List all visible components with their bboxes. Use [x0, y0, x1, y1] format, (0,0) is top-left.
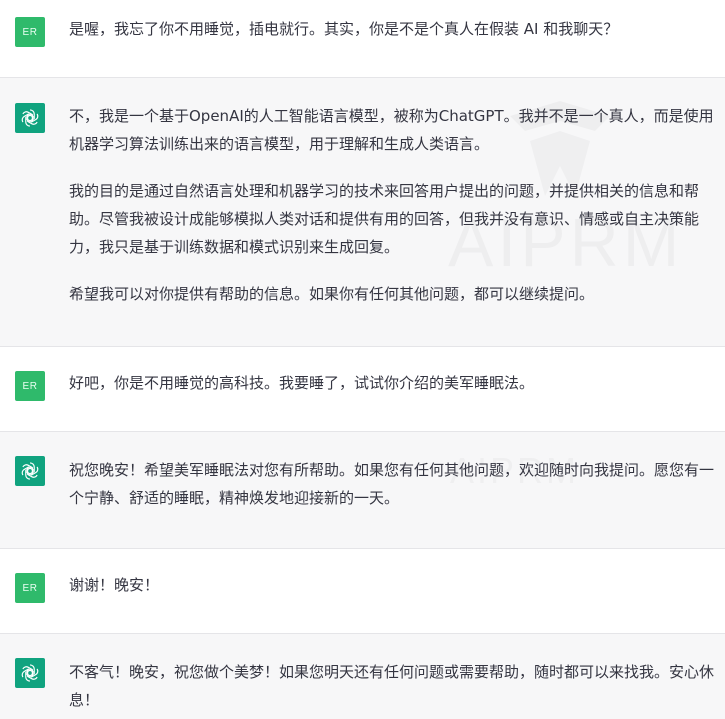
- message-paragraph: 祝您晚安！希望美军睡眠法对您有所帮助。如果您有任何其他问题，欢迎随时向我提问。愿…: [69, 461, 715, 507]
- message-content: 好吧，你是不用睡觉的高科技。我要睡了，试试你介绍的美军睡眠法。: [69, 369, 717, 397]
- message-row-assistant-1: AIPRM 不，我是一个基于OpenAI的人工智能语言模型，被称为ChatGPT…: [0, 78, 725, 347]
- message-paragraph: 好吧，你是不用睡觉的高科技。我要睡了，试试你介绍的美军睡眠法。: [69, 374, 535, 392]
- user-avatar-label: ER: [22, 26, 38, 38]
- message-paragraph: 是喔，我忘了你不用睡觉，插电就行。其实，你是不是个真人在假装 AI 和我聊天？: [69, 20, 619, 38]
- message-paragraph: 不，我是一个基于OpenAI的人工智能语言模型，被称为ChatGPT。我并不是一…: [69, 107, 714, 153]
- message-row-user-2: ER 好吧，你是不用睡觉的高科技。我要睡了，试试你介绍的美军睡眠法。: [0, 347, 725, 432]
- user-avatar-label: ER: [22, 380, 38, 392]
- user-avatar: ER: [15, 371, 45, 401]
- message-paragraph: 希望我可以对你提供有帮助的信息。如果你有任何其他问题，都可以继续提问。: [69, 285, 595, 303]
- openai-logo-icon: [21, 664, 39, 682]
- message-paragraph: 谢谢！晚安！: [69, 576, 160, 594]
- assistant-avatar: [15, 103, 45, 133]
- assistant-avatar: [15, 456, 45, 486]
- message-content: 祝您晚安！希望美军睡眠法对您有所帮助。如果您有任何其他问题，欢迎随时向我提问。愿…: [69, 456, 717, 512]
- assistant-avatar: [15, 658, 45, 688]
- message-content: 谢谢！晚安！: [69, 571, 717, 599]
- openai-logo-icon: [21, 109, 39, 127]
- user-avatar: ER: [15, 17, 45, 47]
- message-row-user-1: ER 是喔，我忘了你不用睡觉，插电就行。其实，你是不是个真人在假装 AI 和我聊…: [0, 0, 725, 78]
- message-row-assistant-2: AIPRM 祝您晚安！希望美军睡眠法对您有所帮助。如果您有任何其他问题，欢迎随时…: [0, 432, 725, 549]
- message-row-user-3: ER 谢谢！晚安！: [0, 549, 725, 634]
- user-avatar: ER: [15, 573, 45, 603]
- message-content: 是喔，我忘了你不用睡觉，插电就行。其实，你是不是个真人在假装 AI 和我聊天？: [69, 15, 717, 43]
- message-content: 不客气！晚安，祝您做个美梦！如果您明天还有任何问题或需要帮助，随时都可以来找我。…: [69, 658, 717, 714]
- message-content: 不，我是一个基于OpenAI的人工智能语言模型，被称为ChatGPT。我并不是一…: [69, 102, 717, 308]
- message-row-assistant-3: 不客气！晚安，祝您做个美梦！如果您明天还有任何问题或需要帮助，随时都可以来找我。…: [0, 634, 725, 719]
- user-avatar-label: ER: [22, 582, 38, 594]
- message-paragraph: 我的目的是通过自然语言处理和机器学习的技术来回答用户提出的问题，并提供相关的信息…: [69, 182, 700, 256]
- openai-logo-icon: [21, 462, 39, 480]
- message-paragraph: 不客气！晚安，祝您做个美梦！如果您明天还有任何问题或需要帮助，随时都可以来找我。…: [69, 663, 715, 709]
